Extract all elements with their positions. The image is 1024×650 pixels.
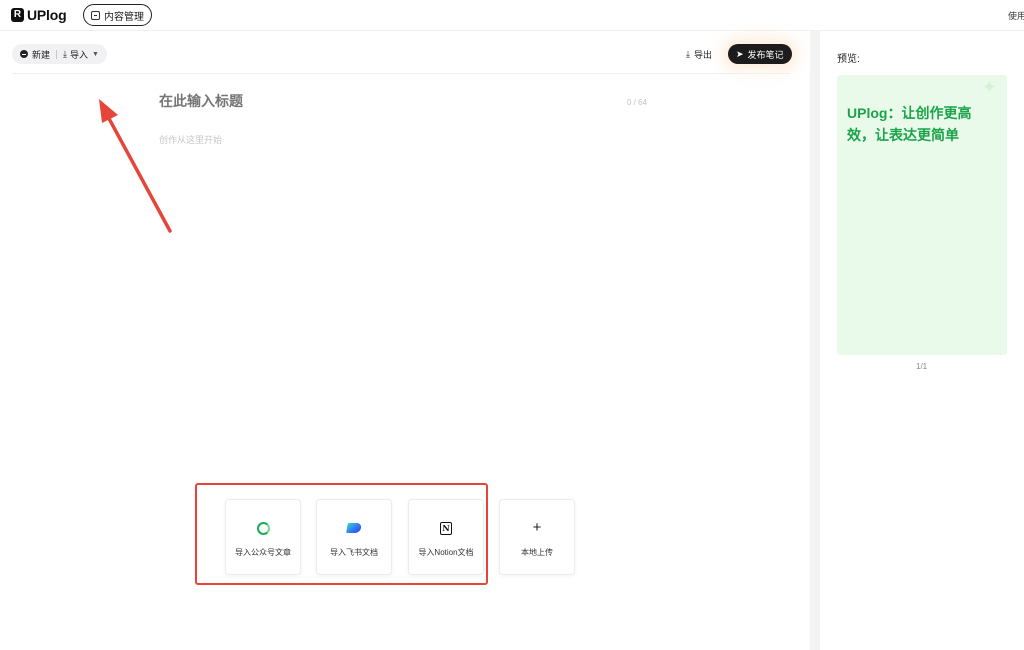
publish-label: 发布笔记 bbox=[747, 49, 784, 60]
preview-label: 预览: bbox=[837, 54, 860, 65]
download-icon: ⤓ bbox=[63, 48, 67, 59]
import-label: 导入 bbox=[70, 49, 89, 60]
preview-card-text: UPlog：让创作更高效，让表达更简单 bbox=[847, 105, 972, 143]
import-wechat-card[interactable]: 导入公众号文章 bbox=[225, 499, 301, 575]
app-logo[interactable]: R UPlog bbox=[11, 7, 67, 23]
logo-text: UPlog bbox=[27, 7, 67, 23]
preview-panel: 预览: ✦ UPlog：让创作更高效，让表达更简单 1/1 bbox=[820, 31, 1024, 650]
publish-button[interactable]: ➤ 发布笔记 bbox=[728, 44, 792, 64]
content-management-icon bbox=[91, 10, 100, 20]
annotation-arrow bbox=[99, 99, 172, 233]
local-upload-card[interactable]: + 本地上传 bbox=[499, 499, 575, 575]
usage-link[interactable]: 使用 bbox=[1008, 9, 1024, 22]
title-char-count: 0 / 64 bbox=[627, 98, 648, 107]
sparkle-icon: ✦ bbox=[981, 77, 997, 97]
new-label: 新建 bbox=[32, 49, 51, 60]
caret-down-icon: ▼ bbox=[92, 50, 99, 58]
content-management-label: 内容管理 bbox=[104, 11, 144, 23]
logo-mark-icon: R bbox=[11, 8, 24, 22]
minus-circle-icon bbox=[20, 50, 28, 58]
local-upload-label: 本地上传 bbox=[521, 548, 553, 557]
title-input[interactable] bbox=[159, 93, 619, 109]
import-feishu-card[interactable]: 导入飞书文档 bbox=[316, 499, 392, 575]
import-notion-label: 导入Notion文档 bbox=[418, 548, 474, 557]
wechat-icon bbox=[256, 521, 270, 535]
export-icon: ⤓ bbox=[686, 49, 690, 59]
send-icon: ➤ bbox=[736, 48, 744, 59]
toolbar-divider bbox=[12, 73, 790, 74]
new-button[interactable]: 新建 bbox=[20, 48, 50, 61]
content-management-button[interactable]: 内容管理 bbox=[83, 4, 152, 26]
notion-icon: N bbox=[440, 521, 452, 535]
plus-icon: + bbox=[532, 519, 542, 536]
export-button[interactable]: ⤓ 导出 bbox=[686, 48, 712, 61]
export-label: 导出 bbox=[693, 50, 712, 60]
page-indicator: 1/1 bbox=[916, 362, 928, 371]
toolbar-separator bbox=[56, 49, 58, 59]
import-dropdown[interactable]: ⤓ 导入 ▼ bbox=[63, 48, 99, 61]
feishu-icon bbox=[346, 523, 362, 533]
import-notion-card[interactable]: N 导入Notion文档 bbox=[408, 499, 484, 575]
top-bar: R UPlog 内容管理 使用 bbox=[0, 0, 1024, 31]
import-feishu-label: 导入飞书文档 bbox=[330, 548, 378, 557]
preview-card: ✦ UPlog：让创作更高效，让表达更简单 bbox=[837, 75, 1007, 355]
panel-gutter bbox=[810, 31, 820, 650]
import-wechat-label: 导入公众号文章 bbox=[235, 548, 291, 557]
editor-toolbar: 新建 ⤓ 导入 ▼ bbox=[12, 44, 107, 64]
